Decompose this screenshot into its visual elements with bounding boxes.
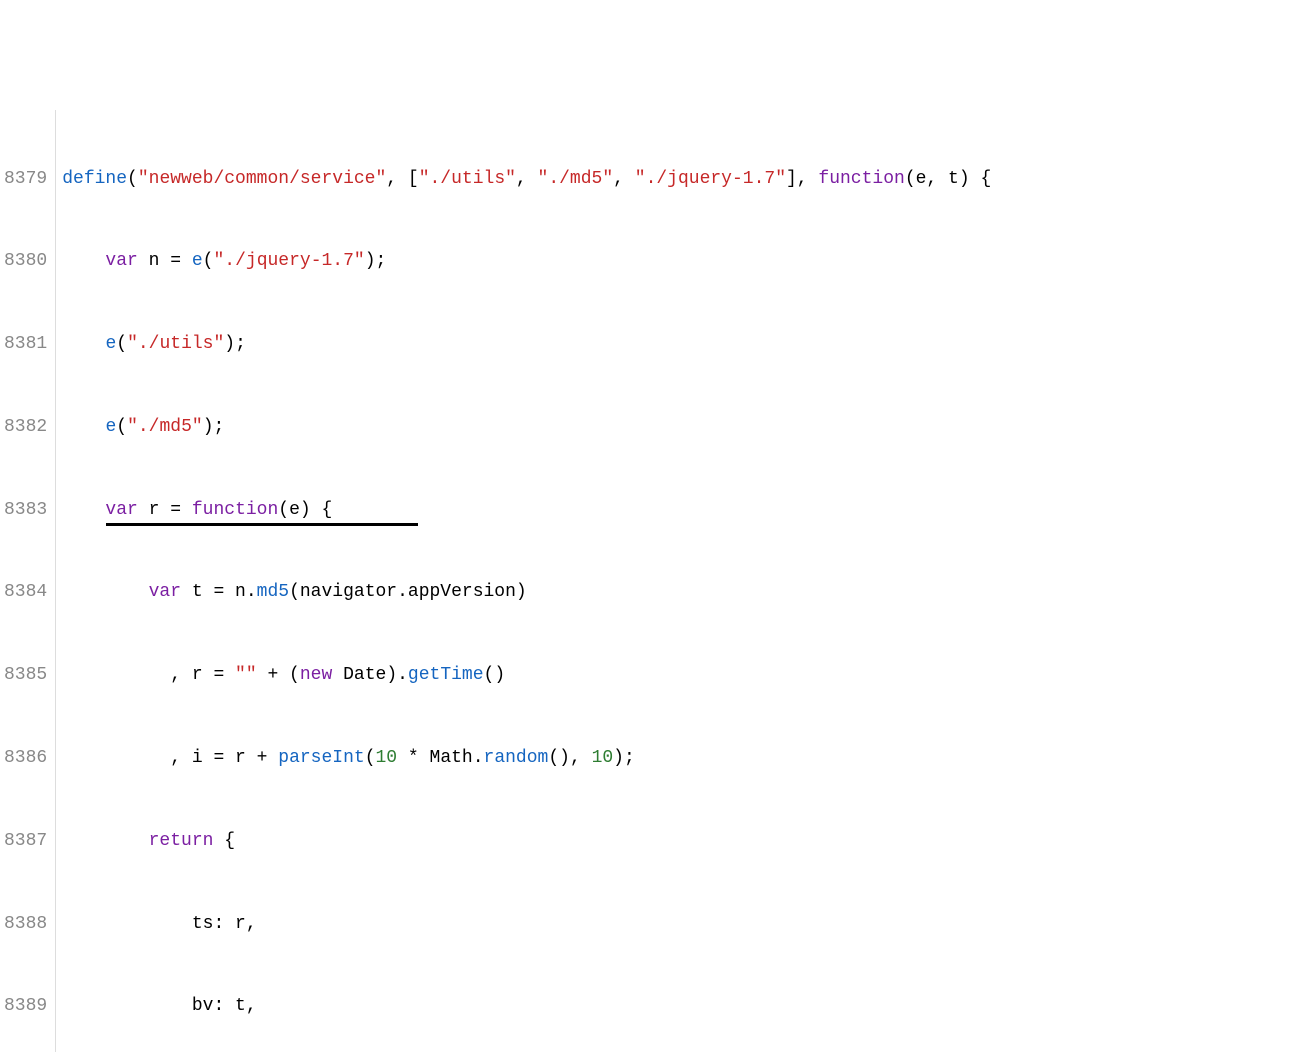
code-line[interactable]: return { xyxy=(62,828,991,856)
token: , [ xyxy=(386,169,418,189)
code-content[interactable]: define("newweb/common/service", ["./util… xyxy=(56,110,991,1052)
code-line[interactable]: var n = e("./jquery-1.7"); xyxy=(62,248,991,276)
token xyxy=(62,334,105,354)
token: (e, t) { xyxy=(905,169,991,189)
token-str: "./utils" xyxy=(419,169,516,189)
token: ). xyxy=(386,665,408,685)
line-number: 8387 xyxy=(4,828,47,856)
code-line[interactable]: define("newweb/common/service", ["./util… xyxy=(62,166,991,194)
token-str: "./utils" xyxy=(127,334,224,354)
line-number: 8380 xyxy=(4,248,47,276)
line-number: 8381 xyxy=(4,331,47,359)
token-num: 10 xyxy=(376,748,398,768)
token-str: "./md5" xyxy=(127,417,203,437)
token: (e) { xyxy=(278,500,332,520)
token: bv: t, xyxy=(62,996,256,1016)
token-fn: e xyxy=(105,417,116,437)
token-fn: parseInt xyxy=(278,748,364,768)
token-kw: var xyxy=(62,500,138,520)
token: , i = r + xyxy=(62,748,278,768)
token: t = n. xyxy=(181,582,257,602)
token: ( xyxy=(127,169,138,189)
token: ); xyxy=(203,417,225,437)
line-number-gutter: 8379 8380 8381 8382 8383 8384 8385 8386 … xyxy=(0,110,56,1052)
token-str: "./jquery-1.7" xyxy=(635,169,786,189)
token-kw: return xyxy=(62,831,213,851)
code-line[interactable]: e("./md5"); xyxy=(62,414,991,442)
token: () xyxy=(484,665,506,685)
token-str: "./md5" xyxy=(538,169,614,189)
code-line[interactable]: var t = n.md5(navigator.appVersion) xyxy=(62,579,991,607)
line-number: 8382 xyxy=(4,414,47,442)
code-line[interactable]: bv: t, xyxy=(62,993,991,1021)
line-number: 8384 xyxy=(4,579,47,607)
token: ], xyxy=(786,169,818,189)
token: ); xyxy=(365,251,387,271)
token xyxy=(62,417,105,437)
token: ( xyxy=(116,417,127,437)
token-kw: new xyxy=(300,665,332,685)
code-line[interactable]: e("./utils"); xyxy=(62,331,991,359)
token: ts: r, xyxy=(62,914,256,934)
token-str: "" xyxy=(235,665,257,685)
token: Date xyxy=(343,665,386,685)
code-line[interactable]: ts: r, xyxy=(62,911,991,939)
token: ( xyxy=(365,748,376,768)
token-str: "newweb/common/service" xyxy=(138,169,386,189)
code-line[interactable]: , i = r + parseInt(10 * Math.random(), 1… xyxy=(62,745,991,773)
token: (navigator.appVersion) xyxy=(289,582,527,602)
token: * Math. xyxy=(397,748,483,768)
token-fn: e xyxy=(105,334,116,354)
token-fn: e xyxy=(192,251,203,271)
token-kw: var xyxy=(62,582,181,602)
line-number: 8379 xyxy=(4,166,47,194)
token: + ( xyxy=(257,665,300,685)
token: ( xyxy=(116,334,127,354)
token: { xyxy=(213,831,235,851)
line-number: 8389 xyxy=(4,993,47,1021)
line-number: 8386 xyxy=(4,745,47,773)
token: ); xyxy=(224,334,246,354)
token: , xyxy=(516,169,538,189)
token-fn: md5 xyxy=(257,582,289,602)
token-kw: var xyxy=(62,251,138,271)
code-editor[interactable]: 8379 8380 8381 8382 8383 8384 8385 8386 … xyxy=(0,110,1308,1052)
token-fn: random xyxy=(484,748,549,768)
line-number: 8388 xyxy=(4,911,47,939)
token-fn: define xyxy=(62,169,127,189)
token: ); xyxy=(613,748,635,768)
token: (), xyxy=(548,748,591,768)
token-kw: function xyxy=(192,500,278,520)
token: , r = xyxy=(62,665,235,685)
token: ( xyxy=(203,251,214,271)
code-line[interactable]: , r = "" + (new Date).getTime() xyxy=(62,662,991,690)
token-num: 10 xyxy=(592,748,614,768)
token-kw: function xyxy=(818,169,904,189)
token xyxy=(332,665,343,685)
token-str: "./jquery-1.7" xyxy=(213,251,364,271)
line-number: 8385 xyxy=(4,662,47,690)
line-number: 8383 xyxy=(4,497,47,525)
token-fn: getTime xyxy=(408,665,484,685)
code-line[interactable]: var r = function(e) { xyxy=(62,497,991,525)
token: r = xyxy=(138,500,192,520)
token: , xyxy=(613,169,635,189)
token: n = xyxy=(138,251,192,271)
